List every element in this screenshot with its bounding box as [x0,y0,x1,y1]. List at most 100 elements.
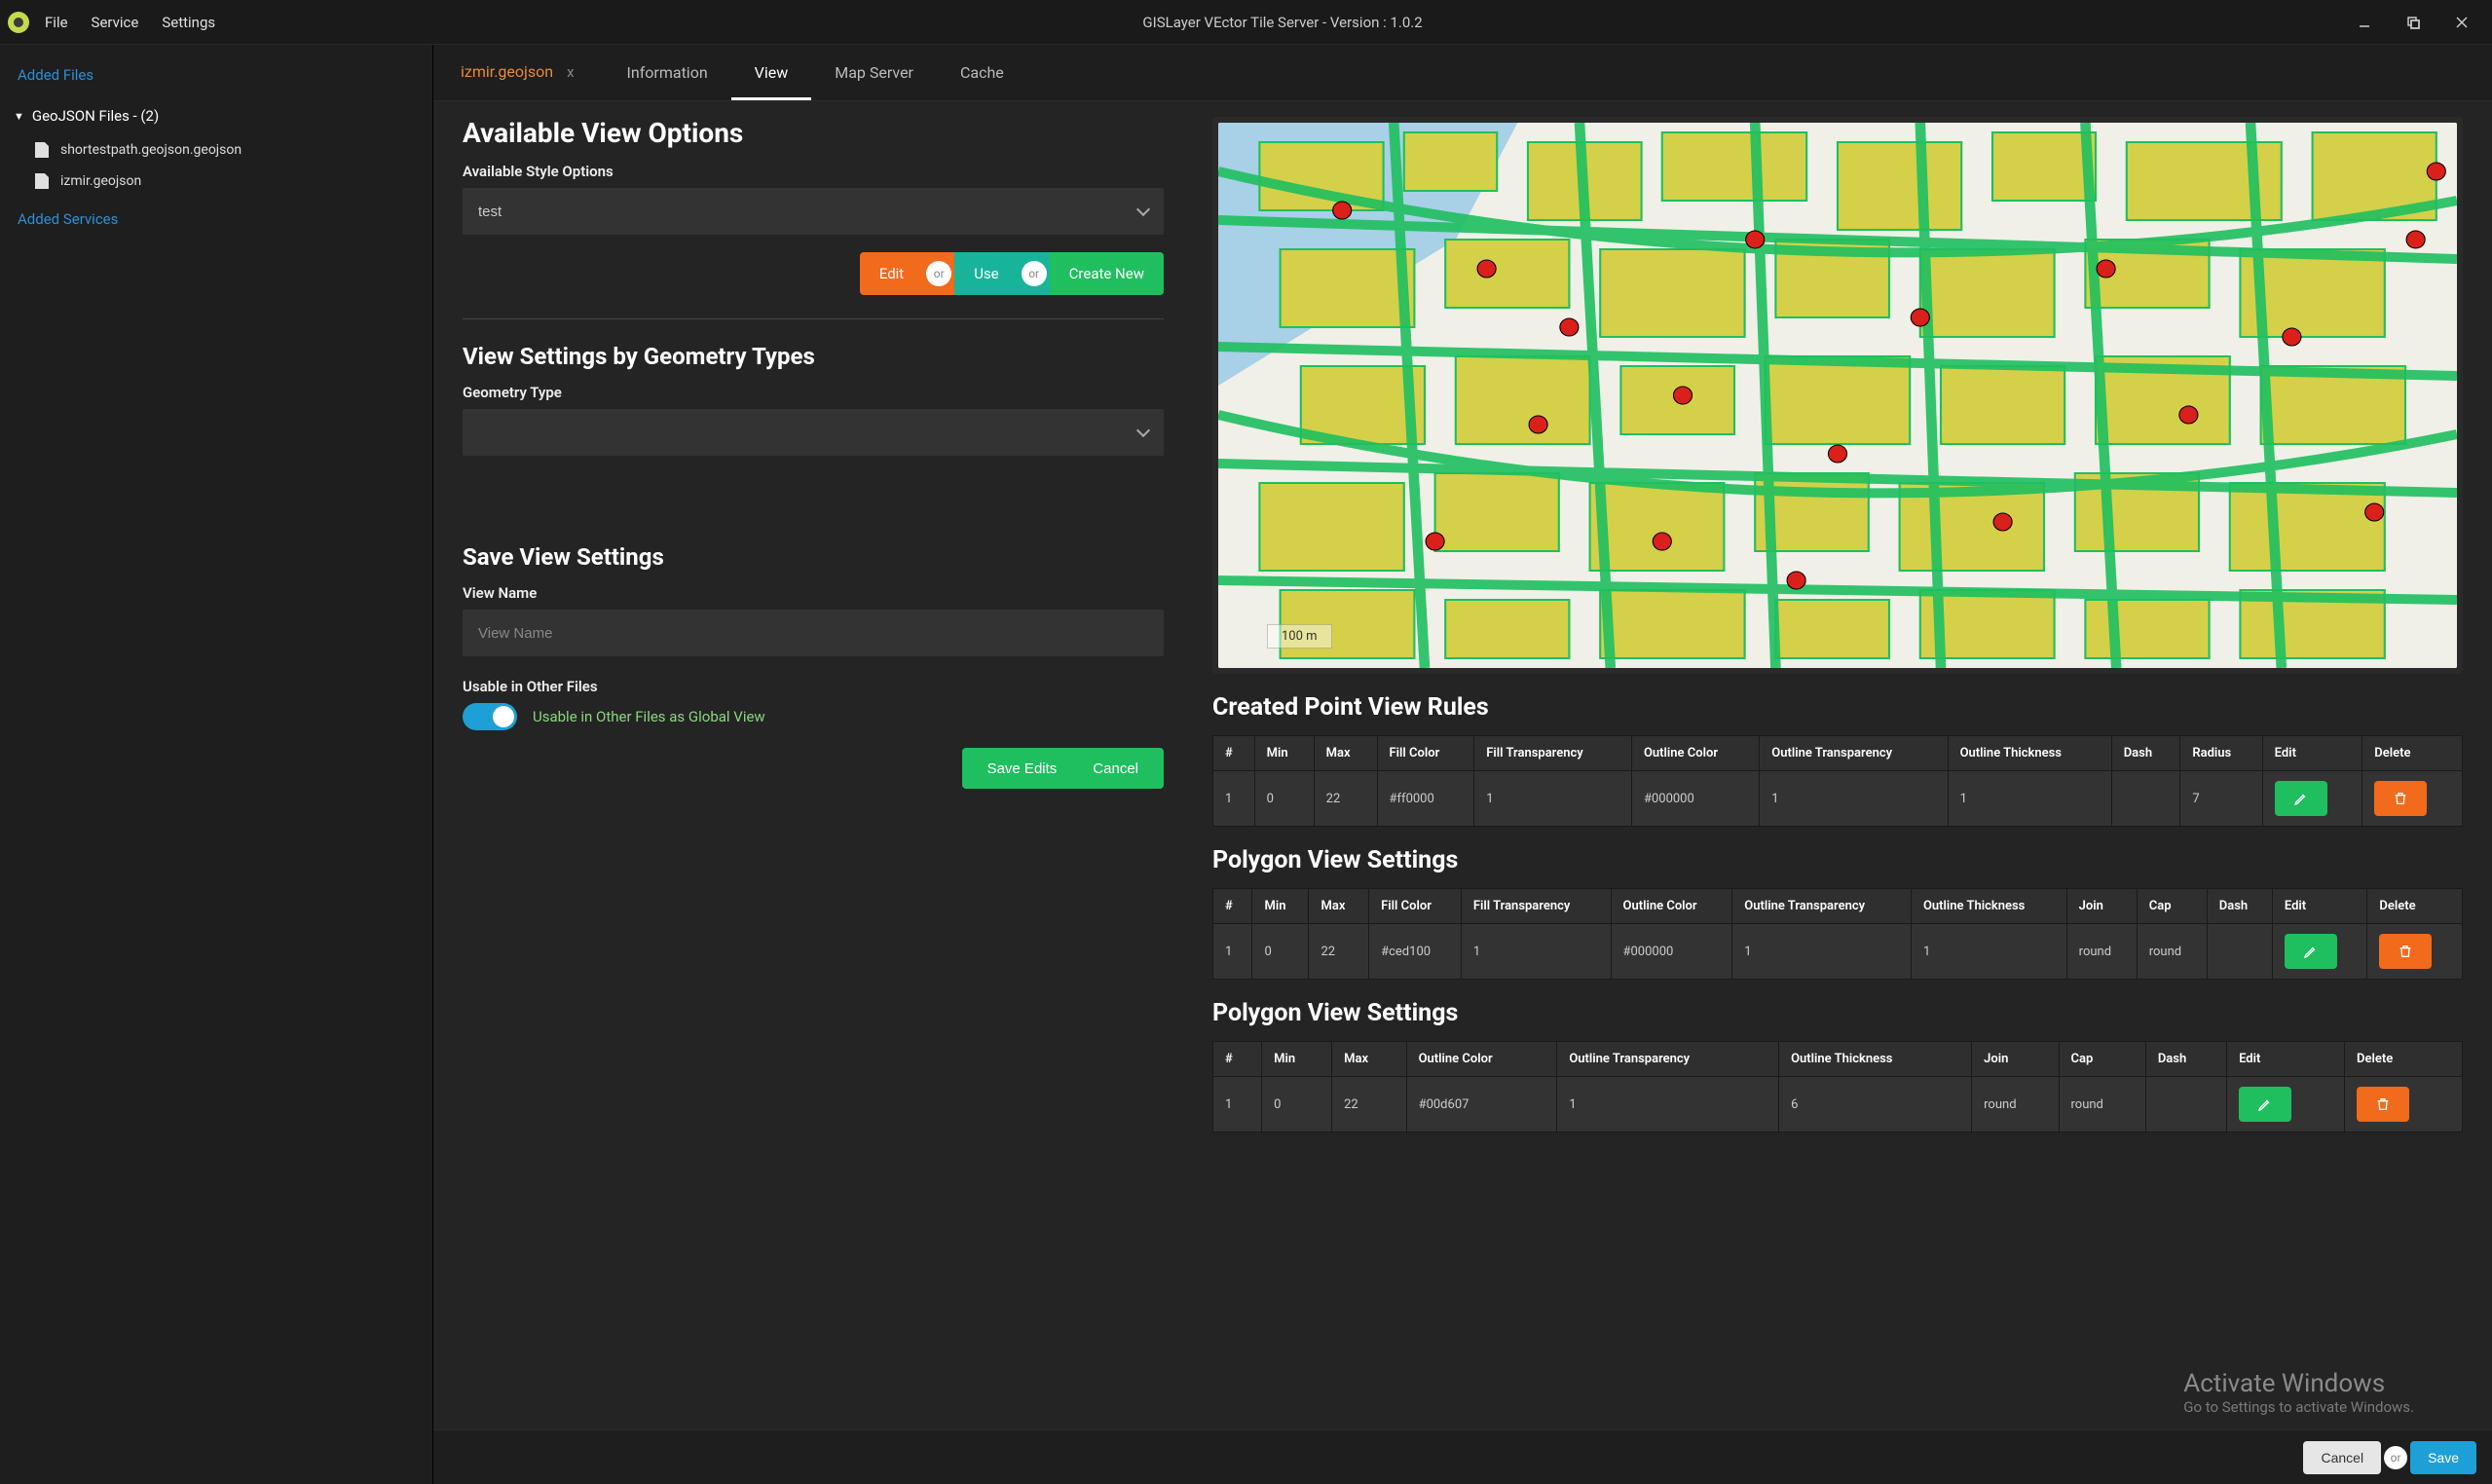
col: Cap [2137,889,2207,924]
window-title: GISLayer VEctor Tile Server - Version : … [215,14,2350,31]
table-row: 1 0 22 #ced100 1 #000000 1 1 round round [1213,924,2463,980]
sidebar-added-files[interactable]: Added Files [0,53,432,97]
style-action-group: Edit or Use or Create New [860,252,1164,295]
col: Join [2066,889,2137,924]
cell: round [2059,1077,2145,1132]
map-preview[interactable]: 100 m [1218,123,2457,668]
or-divider: or [2381,1446,2410,1469]
col-fill: Fill Color [1377,736,1474,771]
create-new-style-button[interactable]: Create New [1050,252,1164,295]
col: Min [1252,889,1309,924]
menu-service[interactable]: Service [92,14,139,31]
sidebar-file-item[interactable]: izmir.geojson [0,166,432,197]
sidebar-added-services[interactable]: Added Services [0,197,432,241]
geometry-type-select[interactable] [463,409,1164,456]
use-style-button[interactable]: Use [954,252,1018,295]
col: Outline Transparency [1557,1042,1779,1077]
usable-toggle[interactable] [463,703,517,730]
col: Join [1972,1042,2059,1077]
close-button[interactable] [2447,8,2476,37]
style-select[interactable]: test [463,188,1164,235]
tab-view[interactable]: View [731,48,812,100]
delete-rule-button[interactable] [2379,934,2432,969]
col: Outline Thickness [1779,1042,1972,1077]
maximize-button[interactable] [2399,8,2428,37]
cell: 1 [1213,924,1252,980]
table-row: 1 0 22 #00d607 1 6 round round [1213,1077,2463,1132]
save-edits-label: Save Edits [987,761,1058,777]
sidebar-file-item[interactable]: shortestpath.geojson.geojson [0,134,432,166]
cell: round [1972,1077,2059,1132]
save-view-heading: Save View Settings [463,543,1164,571]
right-panel: 100 m Created Point View Rules # Min Max… [1212,117,2463,1406]
cell: 1 [1948,771,2111,827]
polygon1-table: # Min Max Fill Color Fill Transparency O… [1212,888,2463,980]
cell [2111,771,2180,827]
polygon2-table: # Min Max Outline Color Outline Transpar… [1212,1041,2463,1132]
tab-information[interactable]: Information [604,48,731,100]
tab-map-server[interactable]: Map Server [811,48,937,100]
tabs-row: izmir.geojson x Information View Map Ser… [433,45,2492,101]
chevron-down-icon: ▼ [14,110,24,123]
cell: 6 [1779,1077,1972,1132]
edit-style-button[interactable]: Edit [860,252,923,295]
cell-delete [2345,1077,2463,1132]
sidebar-tree-geojson[interactable]: ▼ GeoJSON Files - (2) [0,97,432,134]
col: Outline Color [1406,1042,1557,1077]
cell: 1 [1474,771,1632,827]
save-edits-cancel-button[interactable]: Save Edits Cancel [962,748,1164,789]
minimize-button[interactable] [2350,8,2379,37]
edit-rule-button[interactable] [2285,934,2337,969]
cell: 1 [1911,924,2066,980]
menu-file[interactable]: File [45,14,68,31]
content: izmir.geojson x Information View Map Ser… [433,45,2492,1484]
cell-fill-color: #ced100 [1369,924,1462,980]
cell-outline-color: #000000 [1631,771,1759,827]
col: Outline Transparency [1732,889,1912,924]
cancel-label: Cancel [1093,761,1138,777]
col: Dash [2145,1042,2226,1077]
col: Fill Transparency [1461,889,1611,924]
col: Dash [2207,889,2272,924]
col: Edit [2227,1042,2345,1077]
cell-delete [2367,924,2463,980]
cell-outline-color: #00d607 [1406,1077,1557,1132]
or-divider: or [923,252,954,295]
cell-edit [2262,771,2362,827]
cell-edit [2272,924,2367,980]
delete-rule-button[interactable] [2357,1087,2409,1122]
col: Max [1332,1042,1406,1077]
file-tab-izmir[interactable]: izmir.geojson x [441,45,594,100]
close-tab-button[interactable]: x [567,63,574,81]
col-outline: Outline Color [1631,736,1759,771]
cell: round [2137,924,2207,980]
footer-save-button[interactable]: Save [2410,1441,2476,1474]
cell: 1 [1760,771,1948,827]
cell: 22 [1314,771,1377,827]
usable-toggle-label: Usable in Other Files as Global View [533,708,765,725]
tab-cache[interactable]: Cache [937,48,1027,100]
cell: 1 [1213,1077,1262,1132]
col: # [1213,889,1252,924]
edit-rule-button[interactable] [2275,781,2327,816]
cell-fill-color: #ff0000 [1377,771,1474,827]
view-name-input[interactable] [463,610,1164,656]
col-max: Max [1314,736,1377,771]
col: Delete [2367,889,2463,924]
col-dash: Dash [2111,736,2180,771]
footer-cancel-button[interactable]: Cancel [2303,1441,2381,1474]
menu-settings[interactable]: Settings [162,14,215,31]
col: Fill Color [1369,889,1462,924]
edit-rule-button[interactable] [2239,1087,2291,1122]
cell-edit [2227,1077,2345,1132]
sidebar-tree-label: GeoJSON Files - (2) [32,107,159,125]
col-min: Min [1254,736,1314,771]
delete-rule-button[interactable] [2374,781,2427,816]
col-delete: Delete [2362,736,2463,771]
menu-bar: File Service Settings [45,14,215,31]
view-name-label: View Name [463,584,1164,602]
cell [2145,1077,2226,1132]
app-logo-icon [8,12,29,33]
col-n: # [1213,736,1255,771]
col-radius: Radius [2180,736,2262,771]
